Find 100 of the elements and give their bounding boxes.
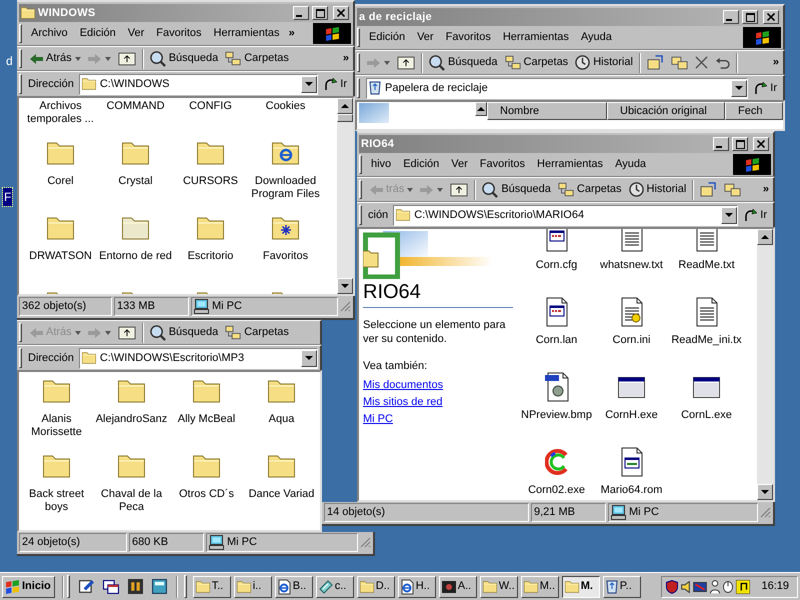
file-label[interactable]: NPreview.bmp xyxy=(520,409,594,422)
minimize-button[interactable] xyxy=(293,6,309,20)
minimize-button[interactable] xyxy=(713,137,729,151)
file-label[interactable]: Back street boys xyxy=(20,488,94,514)
file-label[interactable]: Corel xyxy=(24,175,98,188)
taskbar-button[interactable]: D.. xyxy=(356,576,395,598)
menu-item[interactable]: Ver xyxy=(122,25,150,42)
taskbar-button[interactable]: P.. xyxy=(602,576,641,598)
scroll-thumb[interactable] xyxy=(337,114,353,122)
link[interactable]: Mi PC xyxy=(363,410,393,428)
desktop-icon-label[interactable]: d xyxy=(5,52,14,70)
close-button[interactable] xyxy=(333,6,349,20)
menu-item[interactable]: Ayuda xyxy=(574,29,618,46)
shield-icon[interactable] xyxy=(666,580,678,594)
search-button[interactable]: Búsqueda xyxy=(479,181,554,198)
menu-item[interactable]: Favoritos xyxy=(440,29,497,46)
link[interactable]: Mis sitios de red xyxy=(363,394,442,410)
menu-item[interactable]: Favoritos xyxy=(150,25,208,42)
maximize-button[interactable] xyxy=(732,137,748,151)
dropdown-button[interactable] xyxy=(301,350,317,366)
column-header[interactable]: Nombre xyxy=(487,102,607,120)
folders-button[interactable]: Carpetas xyxy=(222,324,292,341)
file-label[interactable]: Alanis Morissette xyxy=(20,413,94,439)
menu-item[interactable]: Edición xyxy=(397,156,446,173)
calculator-icon[interactable] xyxy=(152,579,167,594)
menu-item[interactable]: Ver xyxy=(411,29,440,46)
file-label[interactable]: Archivos temporales ... xyxy=(24,100,98,126)
resize-grip-icon[interactable] xyxy=(760,506,771,518)
column-header[interactable]: Fech xyxy=(725,102,783,120)
maximize-button[interactable] xyxy=(312,6,328,20)
title-bar[interactable]: WINDOWS xyxy=(17,0,355,22)
mouse-icon[interactable] xyxy=(723,580,734,592)
folders-button[interactable]: Carpetas xyxy=(502,54,572,71)
menu-item[interactable]: Ver xyxy=(445,156,474,173)
menu-item[interactable]: Edición xyxy=(74,25,122,42)
file-label[interactable]: COMMAND xyxy=(98,100,172,113)
file-label[interactable]: AlejandroSanz xyxy=(94,413,168,426)
go-button[interactable]: Ir xyxy=(751,80,781,96)
taskbar-button[interactable]: W.. xyxy=(480,576,518,598)
taskbar-button[interactable]: T.. xyxy=(192,576,231,598)
menu-item[interactable]: hivo xyxy=(365,156,398,173)
music-note-icon[interactable] xyxy=(736,580,750,594)
taskbar-button[interactable]: i.. xyxy=(234,576,272,598)
address-field[interactable]: C:\WINDOWS\Escritorio\MARIO64 xyxy=(393,204,738,226)
address-field[interactable]: C:\WINDOWS\Escritorio\MP3 xyxy=(78,348,318,368)
scrollbar[interactable] xyxy=(337,98,353,294)
history-button[interactable]: Historial xyxy=(626,181,690,198)
close-button[interactable] xyxy=(763,10,779,24)
more-menu-button[interactable]: » xyxy=(286,25,298,42)
title-bar[interactable]: RIO64 xyxy=(357,131,775,153)
history-button[interactable]: Historial xyxy=(572,54,636,71)
link[interactable]: Mis documentos xyxy=(363,376,444,394)
scroll-down-button[interactable] xyxy=(757,484,773,500)
speaker-icon[interactable] xyxy=(681,580,690,592)
file-label[interactable]: CornL.exe xyxy=(670,409,744,422)
file-label[interactable]: CURSORS xyxy=(174,175,248,188)
taskbar-button[interactable]: M.. xyxy=(520,576,559,598)
address-field[interactable]: Papelera de reciclaje xyxy=(366,78,748,98)
scroll-up-button[interactable] xyxy=(757,229,773,245)
file-label[interactable]: Entorno de red xyxy=(98,250,172,263)
file-label[interactable]: Ally McBeal xyxy=(170,413,244,426)
scroll-down-button[interactable] xyxy=(337,278,353,294)
file-label[interactable]: DRWATSON xyxy=(24,250,98,263)
windows-icon[interactable] xyxy=(102,580,119,594)
file-label[interactable]: Corn.lan xyxy=(520,334,594,347)
file-label[interactable]: Dance Variad xyxy=(244,488,318,501)
taskbar-button[interactable]: A.. xyxy=(438,576,477,598)
menu-item[interactable]: Ayuda xyxy=(609,156,652,173)
file-label[interactable]: whatsnew.txt xyxy=(594,259,668,272)
title-bar[interactable]: a de reciclaje xyxy=(355,4,785,26)
file-label[interactable]: CornH.exe xyxy=(594,409,668,422)
minimize-button[interactable] xyxy=(723,10,739,24)
scroll-up-button[interactable] xyxy=(337,98,353,114)
more-tools-button[interactable]: » xyxy=(760,181,771,198)
scroll-up-button[interactable] xyxy=(475,102,487,116)
scrollbar[interactable] xyxy=(757,229,773,500)
menu-item[interactable]: Herramientas xyxy=(531,156,610,173)
media-icon[interactable] xyxy=(128,579,143,594)
edit-document-icon[interactable] xyxy=(78,579,94,594)
file-label[interactable]: Cookies xyxy=(248,100,322,113)
dropdown-button[interactable] xyxy=(301,76,318,92)
file-label[interactable]: Chaval de la Peca xyxy=(94,488,168,514)
file-label[interactable]: Otros CD´s xyxy=(170,488,244,501)
file-label[interactable]: Mario64.rom xyxy=(594,484,668,497)
taskbar-button[interactable]: B.. xyxy=(274,576,313,598)
taskbar-button[interactable]: H.. xyxy=(398,576,436,598)
menu-item[interactable]: Favoritos xyxy=(474,156,532,173)
menu-item[interactable]: Archivo xyxy=(25,25,74,42)
column-header[interactable]: Ubicación original xyxy=(607,102,725,120)
resize-grip-icon[interactable] xyxy=(340,300,351,312)
file-label[interactable]: CONFIG xyxy=(174,100,248,113)
dropdown-button[interactable] xyxy=(721,206,738,224)
folders-button[interactable]: Carpetas xyxy=(222,50,292,67)
monitor-icon[interactable] xyxy=(693,582,708,592)
file-label[interactable]: Corn.cfg xyxy=(520,259,594,272)
taskbar-button[interactable]: M. xyxy=(562,576,600,598)
desktop-icon-label[interactable]: F xyxy=(3,188,12,206)
more-tools-button[interactable]: » xyxy=(340,50,351,67)
dropdown-button[interactable] xyxy=(731,80,748,96)
menu-item[interactable]: Herramientas xyxy=(496,29,575,46)
